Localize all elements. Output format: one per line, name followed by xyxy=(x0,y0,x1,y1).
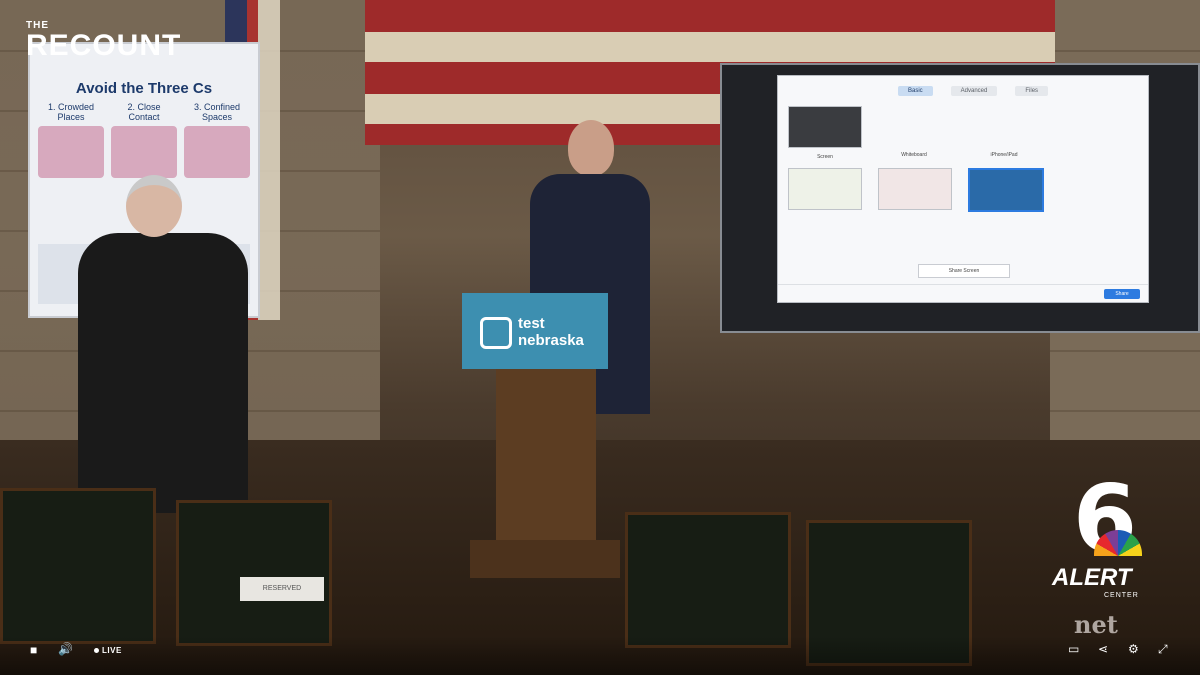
podium-base xyxy=(470,540,620,578)
poster-item-number: 1. xyxy=(47,102,56,112)
interpreter-body xyxy=(78,233,248,513)
poster-title: Avoid the Three Cs xyxy=(75,80,213,97)
share-screen-dialog: Basic Advanced Files Screen Whiteboard i… xyxy=(778,76,1148,302)
chair xyxy=(625,512,791,648)
window-preview xyxy=(968,168,1044,212)
tab-files[interactable]: Files xyxy=(1015,86,1049,96)
net-watermark: net xyxy=(1074,610,1118,639)
speaker-head xyxy=(568,120,614,176)
share-icon[interactable]: ⋖ xyxy=(1098,642,1108,656)
thumb-iphone-ipad[interactable]: iPhone/iPad xyxy=(968,106,1040,158)
poster-illustration xyxy=(184,126,250,178)
cc-icon[interactable]: ▭ xyxy=(1068,642,1079,656)
thumb-window-selected[interactable] xyxy=(968,168,1044,218)
podium-text-line2: nebraska xyxy=(518,332,584,349)
dialog-footer: Share xyxy=(778,284,1148,303)
alert-center-logo: 6 ALERT CENTER xyxy=(1052,473,1146,603)
speaker xyxy=(530,120,650,414)
poster-item-label: Confined Spaces xyxy=(201,102,241,122)
chair xyxy=(176,500,332,646)
cross-logo-icon xyxy=(480,317,512,349)
poster-illustration xyxy=(111,126,177,178)
thumb-label: iPhone/iPad xyxy=(990,152,1018,158)
podium-stand xyxy=(496,369,596,549)
window-preview xyxy=(878,168,952,210)
fullscreen-icon[interactable]: ⤢ xyxy=(1158,642,1168,657)
thumb-screen[interactable]: Screen xyxy=(788,106,862,160)
share-button[interactable]: Share xyxy=(1104,289,1140,299)
share-tabs: Basic Advanced Files xyxy=(898,86,1049,96)
thumb-label: Screen xyxy=(817,154,833,160)
screen-preview xyxy=(788,106,862,148)
live-label: LIVE xyxy=(102,646,122,655)
chair-sign: RESERVED xyxy=(240,577,324,601)
tab-basic[interactable]: Basic xyxy=(898,86,933,96)
volume-icon[interactable]: 🔊 xyxy=(58,642,73,656)
phone-icon xyxy=(968,106,1040,146)
tab-advanced[interactable]: Advanced xyxy=(950,86,998,96)
live-dot-icon xyxy=(94,648,99,654)
podium-sign: test nebraska xyxy=(462,293,608,369)
thumb-window[interactable] xyxy=(788,168,862,216)
alert-text: ALERT xyxy=(1052,564,1132,591)
podium-text: test nebraska xyxy=(518,315,584,349)
interpreter-head xyxy=(126,175,182,237)
chair xyxy=(0,488,156,644)
settings-icon[interactable]: ⚙ xyxy=(1128,642,1139,656)
pencil-icon xyxy=(878,106,950,146)
poster-item-number: 3. xyxy=(193,102,202,112)
stop-icon[interactable]: ■ xyxy=(30,643,37,657)
live-indicator: LIVE xyxy=(94,646,122,655)
thumb-window[interactable] xyxy=(878,168,952,216)
center-text: CENTER xyxy=(1104,592,1139,599)
poster-item-label: Crowded Places xyxy=(57,102,95,122)
poster-item-number: 2. xyxy=(127,102,135,112)
share-screen-bar[interactable]: Share Screen xyxy=(918,264,1010,278)
thumb-whiteboard[interactable]: Whiteboard xyxy=(878,106,950,158)
player-controls xyxy=(0,636,1200,675)
video-frame: Avoid the Three Cs 1. Crowded Places 2. … xyxy=(0,0,1200,675)
window-preview xyxy=(788,168,862,210)
podium-text-line1: test xyxy=(518,315,545,332)
brand-main: RECOUNT xyxy=(26,29,182,62)
poster-illustration xyxy=(38,126,104,178)
sign-language-interpreter xyxy=(78,175,248,513)
the-recount-logo: THE RECOUNT xyxy=(26,20,181,63)
thumb-label: Whiteboard xyxy=(901,152,927,158)
